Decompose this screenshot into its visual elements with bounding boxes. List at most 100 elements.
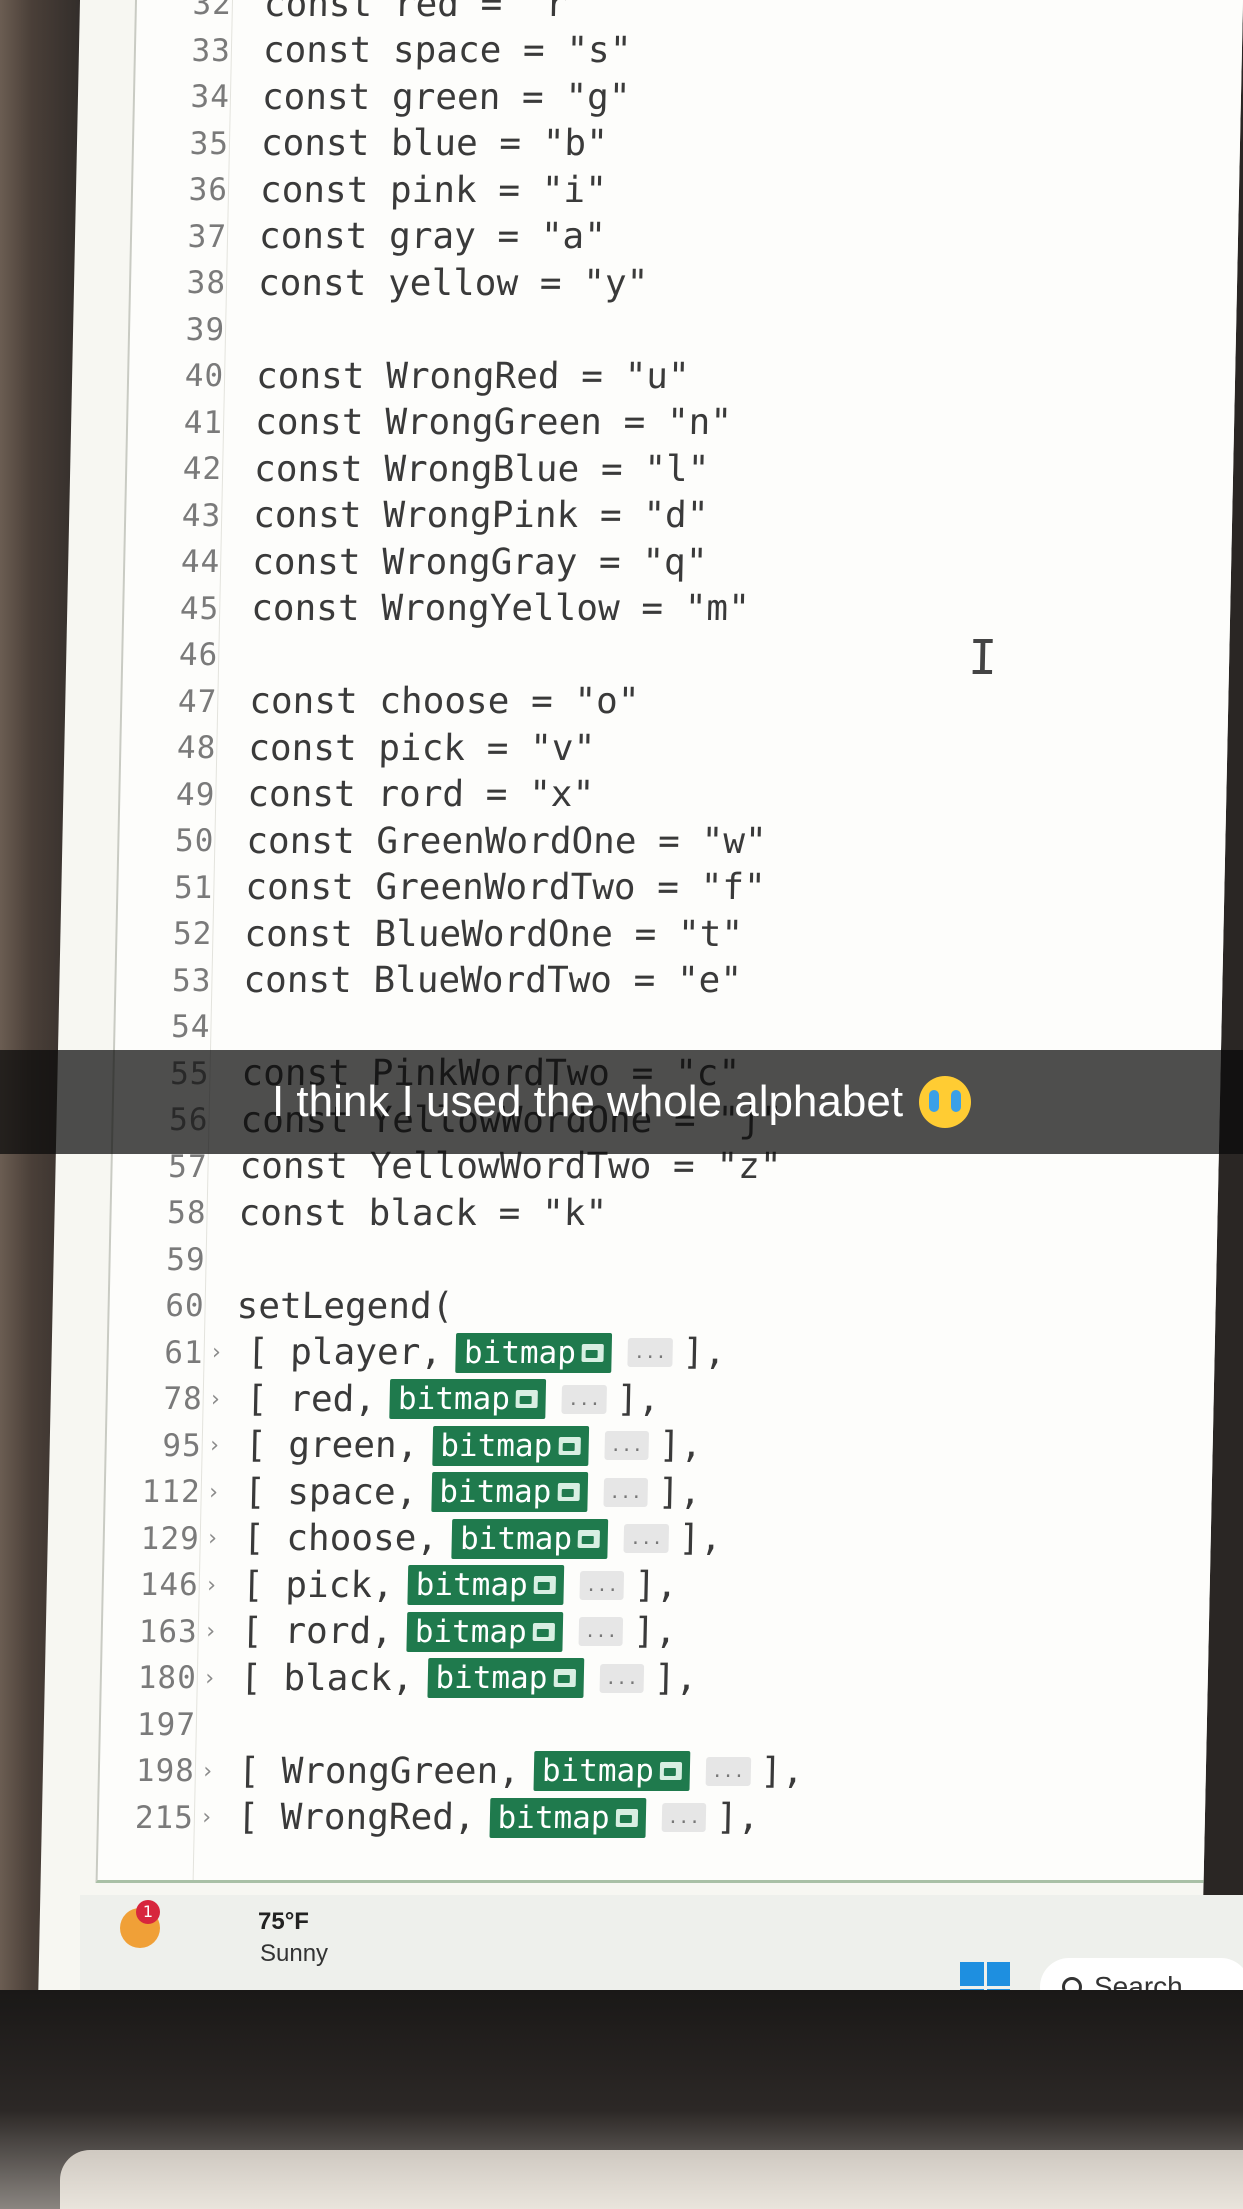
code-line[interactable]: 52 const BlueWordOne = "t"	[117, 912, 744, 956]
line-number: 47	[177, 683, 218, 720]
bitmap-label: bitmap	[439, 1474, 552, 1510]
code-line[interactable]: 163 › [ rord, bitmap...],	[102, 1610, 677, 1654]
code-text: const rord = "x"	[246, 774, 595, 815]
code-line[interactable]: 32 const red = "r"	[136, 0, 589, 26]
collapsed-ellipsis[interactable]: ...	[578, 1617, 624, 1646]
line-number: 146	[139, 1567, 200, 1603]
code-text: [ red,	[245, 1378, 377, 1420]
bitmap-chip[interactable]: bitmap	[389, 1379, 547, 1419]
line-number: 60	[164, 1288, 206, 1324]
code-line[interactable]: 78 › [ red, bitmap...],	[107, 1377, 660, 1421]
collapsed-ellipsis[interactable]: ...	[661, 1803, 707, 1832]
collapsed-ellipsis[interactable]: ...	[705, 1756, 751, 1786]
code-line[interactable]: 44 const WrongGray = "q"	[125, 540, 708, 584]
code-line[interactable]: 146 › [ pick, bitmap...],	[103, 1563, 678, 1607]
code-line[interactable]: 58 const black = "k"	[111, 1191, 608, 1235]
code-line[interactable]: 215 › [ WrongRed, bitmap...],	[98, 1796, 760, 1840]
code-line[interactable]: 41 const WrongGreen = "n"	[128, 401, 733, 445]
code-line[interactable]: 59	[110, 1238, 238, 1282]
code-text-tail: ],	[616, 1378, 661, 1420]
line-number: 112	[141, 1474, 202, 1510]
code-line[interactable]: 198 › [ WrongGreen, bitmap...],	[99, 1749, 805, 1793]
image-icon	[615, 1808, 638, 1827]
fold-chevron-icon[interactable]: ›	[201, 1759, 215, 1784]
code-line[interactable]: 35 const blue = "b"	[134, 122, 609, 166]
line-number: 50	[174, 823, 215, 859]
code-line[interactable]: 34 const green = "g"	[135, 75, 631, 119]
code-line[interactable]: 40 const WrongRed = "u"	[129, 354, 690, 398]
code-line[interactable]: 61 › [ player, bitmap...],	[108, 1331, 726, 1375]
code-line[interactable]: 33 const space = "s"	[135, 29, 632, 73]
line-number: 45	[179, 590, 220, 627]
image-icon	[659, 1762, 683, 1780]
code-line[interactable]: 49 const rord = "x"	[120, 773, 595, 817]
code-line[interactable]: 43 const WrongPink = "d"	[126, 494, 709, 538]
code-line[interactable]: 42 const WrongBlue = "l"	[127, 447, 710, 491]
line-number: 41	[183, 404, 224, 441]
fold-chevron-icon[interactable]: ›	[205, 1573, 219, 1598]
collapsed-ellipsis[interactable]: ...	[603, 1477, 649, 1507]
collapsed-ellipsis[interactable]: ...	[599, 1663, 645, 1693]
code-line[interactable]: 54	[115, 1005, 243, 1049]
collapsed-ellipsis[interactable]: ...	[561, 1384, 607, 1414]
weather-temperature[interactable]: 75°F	[258, 1908, 309, 1936]
bitmap-label: bitmap	[397, 1381, 511, 1417]
code-text: const GreenWordOne = "w"	[245, 820, 767, 862]
windows-logo-pane	[960, 1962, 984, 1986]
collapsed-ellipsis[interactable]: ...	[623, 1524, 669, 1553]
fold-chevron-icon[interactable]: ›	[203, 1666, 217, 1691]
code-line[interactable]: 95 › [ green, bitmap...],	[106, 1424, 703, 1468]
fold-chevron-icon[interactable]: ›	[206, 1480, 220, 1505]
code-line[interactable]: 36 const pink = "i"	[133, 168, 608, 212]
code-text: [ rord,	[240, 1611, 394, 1652]
image-icon	[515, 1390, 539, 1408]
code-line[interactable]: 50 const GreenWordOne = "w"	[119, 819, 767, 863]
bitmap-chip[interactable]: bitmap	[431, 1425, 589, 1466]
collapsed-ellipsis[interactable]: ...	[579, 1570, 625, 1600]
collapsed-ellipsis[interactable]: ...	[627, 1338, 673, 1367]
code-text: [ WrongRed,	[236, 1797, 477, 1838]
code-line[interactable]: 197	[100, 1703, 228, 1747]
bitmap-chip[interactable]: bitmap	[427, 1658, 584, 1698]
code-line[interactable]: 48 const pick = "v"	[121, 726, 596, 770]
caption-overlay: I think I used the whole alphabet	[0, 1050, 1243, 1154]
bitmap-chip[interactable]: bitmap	[407, 1565, 565, 1605]
fold-chevron-icon[interactable]: ›	[209, 1340, 223, 1365]
fold-chevron-icon[interactable]: ›	[200, 1805, 214, 1830]
bitmap-chip[interactable]: bitmap	[451, 1518, 609, 1559]
line-number: 61	[163, 1334, 205, 1371]
code-line[interactable]: 53 const BlueWordTwo = "e"	[116, 959, 743, 1003]
code-editor[interactable]: 32 const red = "r" 33 const space = "s" 34 co…	[95, 0, 1243, 1883]
code-line[interactable]: 47 const choose = "o"	[122, 680, 640, 724]
bitmap-chip[interactable]: bitmap	[533, 1751, 691, 1791]
code-line[interactable]: 112 › [ space, bitmap...],	[105, 1470, 701, 1514]
code-text: const WrongGreen = "n"	[254, 402, 733, 443]
collapsed-ellipsis[interactable]: ...	[604, 1431, 650, 1460]
code-line[interactable]: 45 const WrongYellow = "m"	[124, 587, 751, 631]
bitmap-chip[interactable]: bitmap	[406, 1611, 564, 1652]
code-text: const WrongRed = "u"	[255, 355, 691, 397]
bitmap-label: bitmap	[439, 1427, 553, 1464]
code-text: const green = "g"	[261, 76, 631, 118]
fold-chevron-icon[interactable]: ›	[207, 1433, 221, 1458]
code-line[interactable]: 60 setLegend(	[109, 1284, 454, 1328]
code-line[interactable]: 51 const GreenWordTwo = "f"	[118, 866, 766, 910]
bitmap-chip[interactable]: bitmap	[489, 1797, 647, 1838]
code-line[interactable]: 38 const yellow = "y"	[131, 261, 649, 305]
fold-chevron-icon[interactable]: ›	[204, 1619, 218, 1644]
code-line[interactable]: 39	[130, 308, 258, 352]
code-line[interactable]: 46	[123, 633, 251, 677]
code-line[interactable]: 129 › [ choose, bitmap...],	[104, 1517, 722, 1561]
fold-chevron-icon[interactable]: ›	[208, 1387, 222, 1412]
code-line[interactable]: 180 › [ black, bitmap...],	[101, 1656, 697, 1700]
line-number: 32	[192, 0, 233, 22]
laptop-screen: 32 const red = "r" 33 const space = "s" 34 co…	[38, 0, 1243, 1990]
fold-chevron-icon[interactable]: ›	[206, 1526, 220, 1551]
code-line[interactable]: 37 const gray = "a"	[132, 215, 607, 259]
windows-logo-pane	[986, 1962, 1010, 1986]
weather-condition[interactable]: Sunny	[260, 1940, 328, 1968]
line-number: 33	[191, 32, 232, 69]
bitmap-chip[interactable]: bitmap	[430, 1472, 588, 1512]
line-number: 129	[140, 1520, 201, 1557]
bitmap-chip[interactable]: bitmap	[455, 1332, 613, 1373]
